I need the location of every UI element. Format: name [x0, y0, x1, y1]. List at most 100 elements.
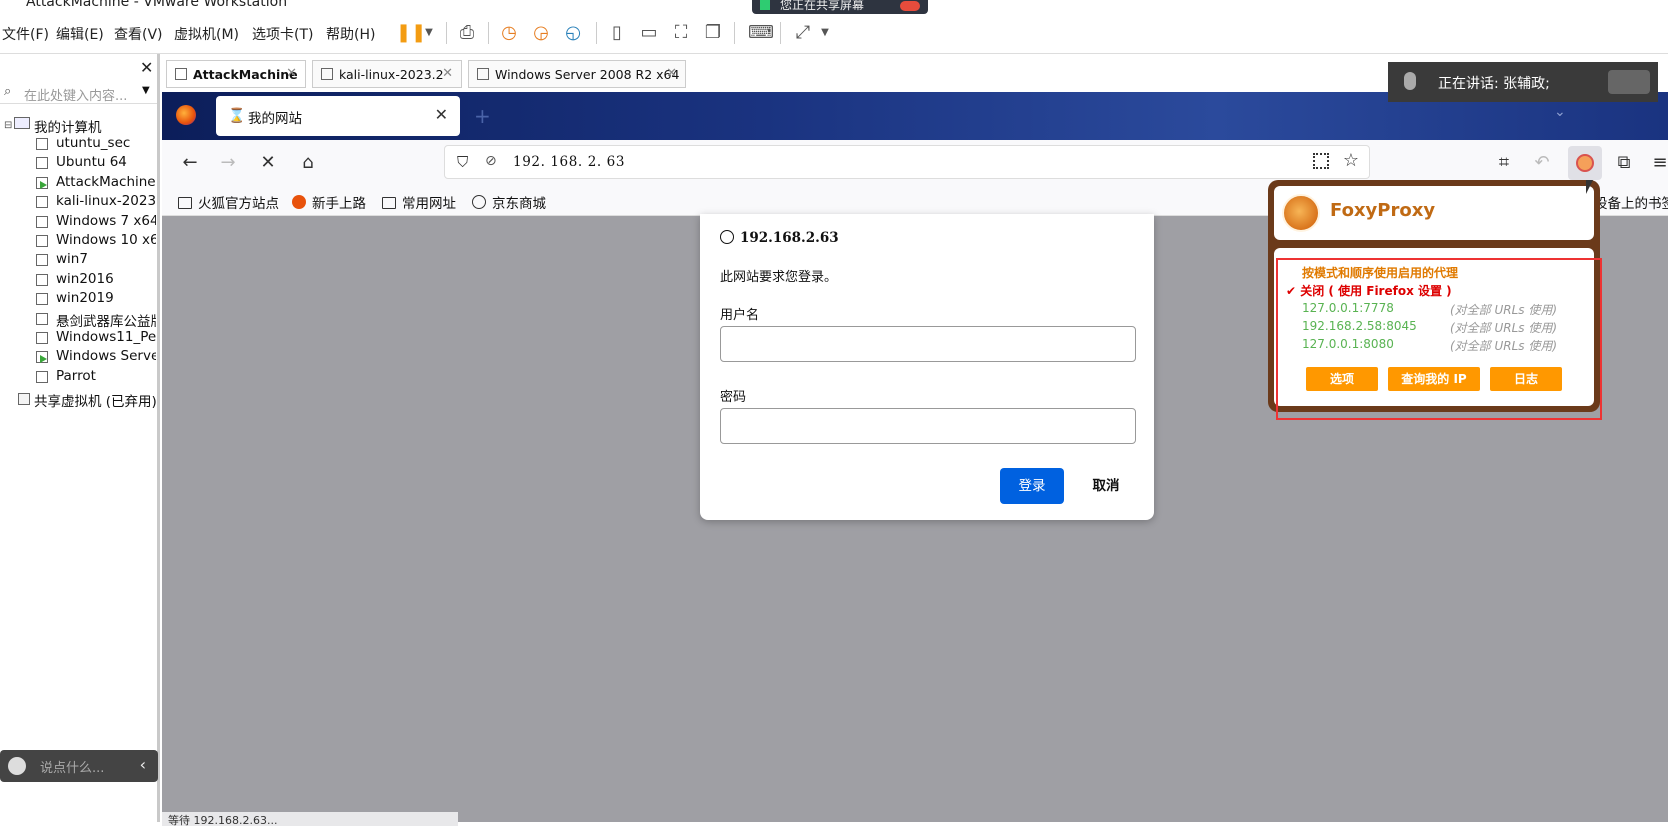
stop-icon[interactable]: ✕: [256, 151, 280, 175]
close-icon[interactable]: ✕: [435, 105, 448, 124]
search-input[interactable]: 在此处键入内容...: [24, 85, 127, 104]
username-input[interactable]: [720, 326, 1136, 362]
qr-code-icon[interactable]: [1313, 153, 1329, 169]
proxy-option-2[interactable]: 192.168.2.58:8045: [1302, 319, 1417, 333]
screen-share-banner[interactable]: 您正在共享屏幕: [752, 0, 928, 14]
folder-icon: [178, 197, 192, 209]
home-icon[interactable]: ⌂: [296, 151, 320, 175]
stretch-icon[interactable]: ⤢: [792, 22, 814, 44]
cancel-button[interactable]: 取消: [1078, 468, 1134, 504]
foxy-options-button[interactable]: 选项: [1306, 367, 1378, 391]
vm-tab-windows-server[interactable]: Windows Server 2008 R2 x64 ✕: [468, 60, 686, 88]
chevron-down-icon[interactable]: ▼: [142, 85, 150, 96]
login-button[interactable]: 登录: [1000, 468, 1064, 504]
vm-tab-attackmachine[interactable]: AttackMachine ✕: [166, 60, 306, 88]
bookmark-getting-started[interactable]: 新手上路: [292, 192, 366, 212]
browser-tab-active[interactable]: ⌛ 我的网站 ✕: [216, 96, 460, 136]
vm-icon: [36, 138, 48, 150]
vm-tab-kali[interactable]: kali-linux-2023.2 ✕: [312, 60, 462, 88]
crop-icon[interactable]: ⌗: [1492, 151, 1516, 175]
tree-vm-item[interactable]: 悬剑武器库公益版: [56, 310, 156, 330]
share-banner-text: 您正在共享屏幕: [780, 0, 865, 12]
chat-input[interactable]: 说点什么...: [40, 757, 104, 776]
firefox-logo-icon: [176, 105, 196, 125]
collapse-icon[interactable]: ⊟: [4, 120, 12, 131]
vm-icon: [36, 313, 48, 325]
library-search[interactable]: ⌕ 在此处键入内容... ▼: [0, 82, 157, 104]
url-text[interactable]: 192. 168. 2. 63: [513, 154, 625, 170]
microphone-icon: [1404, 72, 1416, 90]
tree-vm-item[interactable]: win2019: [56, 290, 156, 306]
speaking-text: 正在讲话: 张辅政;: [1438, 76, 1550, 92]
insecure-lock-icon[interactable]: ⊘: [485, 153, 497, 169]
vm-icon: [36, 332, 48, 344]
undo-icon[interactable]: ↶: [1530, 151, 1554, 175]
pause-dropdown-icon[interactable]: ▼: [418, 22, 440, 44]
send-keys-icon[interactable]: ⎙: [456, 22, 478, 44]
tree-vm-item[interactable]: utuntu_sec: [56, 135, 156, 151]
tree-vm-item[interactable]: Windows 7 x64: [56, 213, 156, 229]
proxy-option-1[interactable]: 127.0.0.1:7778: [1302, 301, 1394, 315]
tree-root-my-computer[interactable]: 我的计算机: [34, 116, 102, 136]
url-bar[interactable]: ⛉ ⊘ 192. 168. 2. 63 ☆: [444, 145, 1370, 179]
username-label: 用户名: [720, 308, 760, 323]
proxy-option-3[interactable]: 127.0.0.1:8080: [1302, 337, 1394, 351]
foxy-whats-my-ip-button[interactable]: 查询我的 IP: [1388, 367, 1480, 391]
share-toggle[interactable]: [900, 1, 920, 11]
chevron-left-icon[interactable]: ‹: [140, 755, 146, 774]
mode-off-option[interactable]: ✔ 关闭 ( 使用 Firefox 设置 ): [1286, 282, 1452, 299]
tree-vm-item[interactable]: Ubuntu 64: [56, 154, 156, 170]
forward-icon[interactable]: →: [216, 151, 240, 175]
shield-icon[interactable]: ⛉: [457, 153, 468, 171]
tree-shared-vms[interactable]: 共享虚拟机 (已弃用): [34, 390, 157, 410]
bookmark-firefox-official[interactable]: 火狐官方站点: [178, 192, 279, 212]
menu-file[interactable]: 文件(F): [2, 24, 49, 44]
mode-patterns-option[interactable]: 按模式和顺序使用启用的代理: [1302, 264, 1458, 281]
close-icon[interactable]: ✕: [286, 66, 297, 81]
tree-vm-item[interactable]: kali-linux-2023.2: [56, 193, 156, 209]
close-icon[interactable]: ✕: [666, 66, 677, 81]
bookmark-jd[interactable]: 京东商城: [472, 192, 546, 212]
vm-icon: [36, 196, 48, 208]
tree-vm-item[interactable]: Windows 10 x64: [56, 232, 156, 248]
console-icon[interactable]: ⌨: [748, 22, 774, 44]
vm-icon: [36, 157, 48, 169]
menu-edit[interactable]: 编辑(E): [56, 24, 104, 44]
proxy-note-1: (对全部 URLs 使用): [1450, 303, 1558, 317]
thumbnail-view-icon[interactable]: ▭: [638, 22, 660, 44]
mobile-bookmarks[interactable]: 设备上的书签: [1594, 192, 1668, 212]
emoji-icon[interactable]: [8, 757, 26, 775]
unity-icon[interactable]: ❐: [702, 22, 724, 44]
new-tab-icon[interactable]: +: [474, 104, 491, 128]
library-view-icon[interactable]: ▯: [606, 22, 628, 44]
foxyproxy-extension-button[interactable]: [1568, 146, 1602, 180]
extensions-icon[interactable]: ⧉: [1612, 151, 1636, 175]
snapshot-manager-icon[interactable]: ◵: [562, 22, 584, 44]
vm-icon: [321, 68, 333, 80]
close-icon[interactable]: ✕: [442, 66, 453, 81]
speaking-indicator: 正在讲话: 张辅政;: [1388, 62, 1658, 102]
stretch-dropdown-icon[interactable]: ▼: [814, 22, 836, 44]
pause-icon[interactable]: ❚❚: [396, 22, 426, 44]
menu-tabs[interactable]: 选项卡(T): [252, 24, 313, 44]
tree-vm-item[interactable]: win2016: [56, 271, 156, 287]
tab-list-icon[interactable]: ⌄: [1554, 104, 1566, 120]
bookmark-common-sites[interactable]: 常用网址: [382, 192, 456, 212]
menu-icon[interactable]: ≡: [1648, 151, 1668, 175]
tree-vm-item[interactable]: AttackMachine: [56, 174, 156, 190]
menu-view[interactable]: 查看(V): [114, 24, 163, 44]
tree-vm-item[interactable]: Windows11_Pen: [56, 329, 156, 345]
tree-vm-item[interactable]: Windows Server: [56, 348, 156, 364]
menu-vm[interactable]: 虚拟机(M): [174, 24, 239, 44]
back-icon[interactable]: ←: [178, 151, 202, 175]
password-input[interactable]: [720, 408, 1136, 444]
menu-help[interactable]: 帮助(H): [326, 24, 375, 44]
revert-snapshot-icon[interactable]: ◶: [530, 22, 552, 44]
bookmark-star-icon[interactable]: ☆: [1343, 150, 1359, 171]
snapshot-icon[interactable]: ◷: [498, 22, 520, 44]
tree-vm-item[interactable]: Parrot: [56, 368, 156, 384]
tree-vm-item[interactable]: win7: [56, 251, 156, 267]
fullscreen-icon[interactable]: ⛶: [670, 22, 692, 44]
close-icon[interactable]: ✕: [140, 58, 153, 77]
foxy-log-button[interactable]: 日志: [1490, 367, 1562, 391]
